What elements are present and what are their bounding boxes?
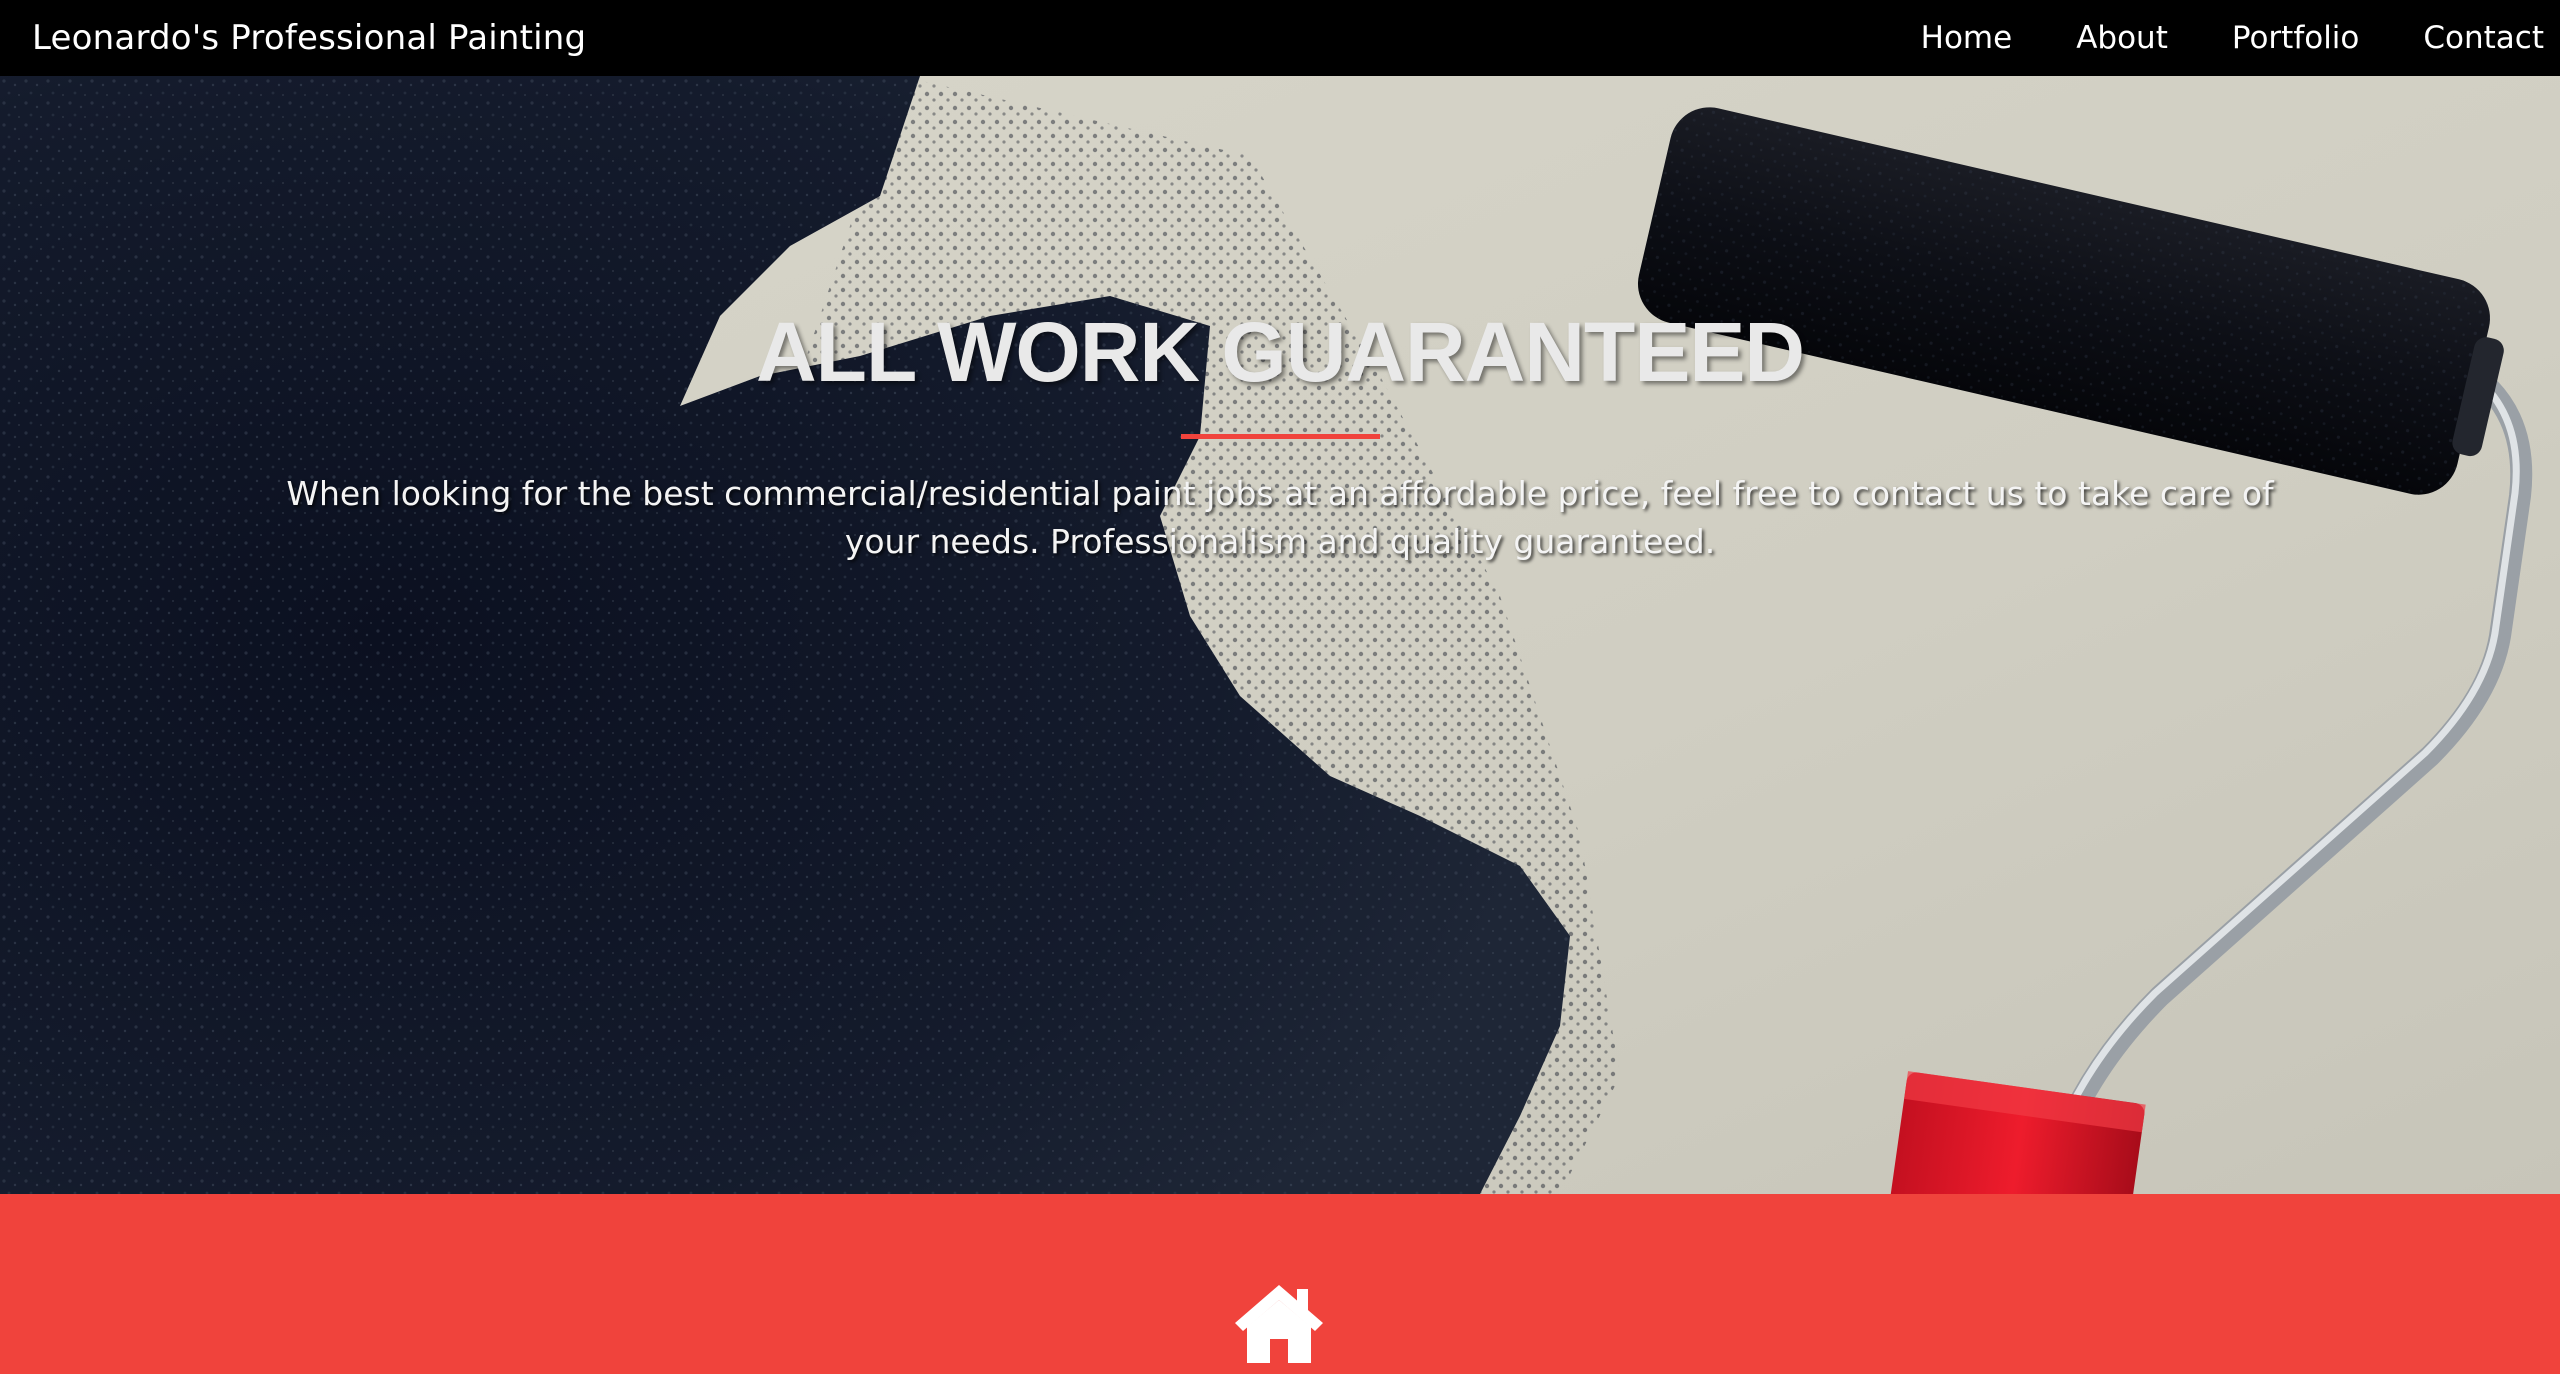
home-icon (1235, 1285, 1323, 1363)
hero-description: When looking for the best commercial/res… (286, 474, 2274, 561)
hero-divider (1181, 434, 1380, 439)
nav-link-about[interactable]: About (2076, 20, 2168, 56)
hero-section: ALL WORK GUARANTEED When looking for the… (0, 76, 2560, 1194)
nav-link-contact[interactable]: Contact (2423, 20, 2544, 56)
hero-content: ALL WORK GUARANTEED When looking for the… (0, 76, 2560, 1194)
brand-link[interactable]: Leonardo's Professional Painting (32, 18, 586, 58)
nav-links: Home About Portfolio Contact (1857, 0, 2544, 76)
services-section (0, 1194, 2560, 1374)
top-navbar: Leonardo's Professional Painting Home Ab… (0, 0, 2560, 76)
hero-title: ALL WORK GUARANTEED (755, 305, 1805, 399)
nav-link-portfolio[interactable]: Portfolio (2232, 20, 2360, 56)
nav-link-home[interactable]: Home (1921, 20, 2013, 56)
